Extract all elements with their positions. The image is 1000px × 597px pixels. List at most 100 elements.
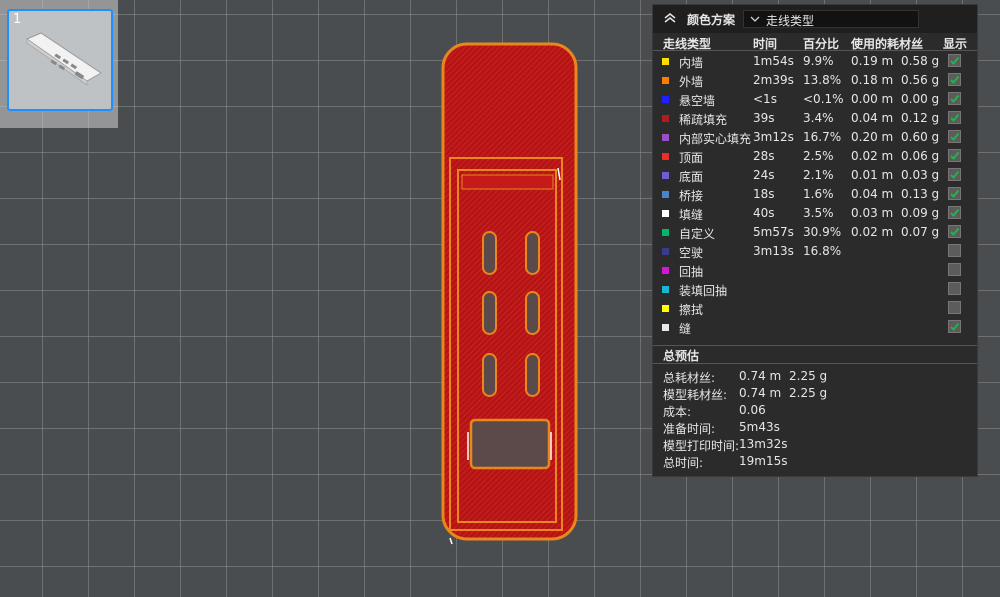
feature-length: 0.01 m	[851, 168, 894, 182]
color-swatch	[662, 58, 669, 65]
summary-weight: 2.25 g	[789, 386, 828, 400]
visibility-checkbox[interactable]	[948, 320, 961, 333]
feature-percent: 9.9%	[803, 54, 834, 68]
feature-length: 0.19 m	[851, 54, 894, 68]
feature-percent: 1.6%	[803, 187, 834, 201]
summary-value: 0.06	[739, 403, 766, 417]
summary-divider	[653, 363, 977, 364]
feature-weight: 0.00 g	[901, 92, 940, 106]
plate-thumbnail[interactable]: 1	[7, 9, 113, 111]
check-icon	[950, 189, 960, 198]
color-swatch	[662, 248, 669, 255]
feature-row: 底面 24s 2.1% 0.01 m 0.03 g	[653, 166, 977, 185]
header-divider	[653, 50, 977, 51]
visibility-checkbox[interactable]	[948, 301, 961, 314]
visibility-checkbox[interactable]	[948, 206, 961, 219]
feature-percent: 30.9%	[803, 225, 842, 239]
feature-length: 0.02 m	[851, 225, 894, 239]
visibility-checkbox[interactable]	[948, 168, 961, 181]
check-icon	[950, 151, 960, 160]
feature-row: 桥接 18s 1.6% 0.04 m 0.13 g	[653, 185, 977, 204]
feature-row: 内部实心填充 3m12s 16.7% 0.20 m 0.60 g	[653, 128, 977, 147]
summary-value: 13m32s	[739, 437, 788, 451]
visibility-checkbox[interactable]	[948, 54, 961, 67]
summary-row: 模型耗材丝: 0.74 m 2.25 g	[653, 386, 977, 403]
check-icon	[950, 75, 960, 84]
summary-value: 0.74 m	[739, 369, 782, 383]
summary-value: 5m43s	[739, 420, 780, 434]
check-icon	[950, 56, 960, 65]
feature-name: 填缝	[679, 208, 704, 222]
feature-percent: 2.5%	[803, 149, 834, 163]
visibility-checkbox[interactable]	[948, 149, 961, 162]
color-scheme-value: 走线类型	[766, 14, 815, 28]
color-scheme-label: 颜色方案	[687, 13, 736, 27]
feature-weight: 0.58 g	[901, 54, 940, 68]
visibility-checkbox[interactable]	[948, 282, 961, 295]
collapse-icon[interactable]	[663, 11, 677, 25]
feature-name: 稀疏填充	[679, 113, 728, 127]
feature-percent: 3.4%	[803, 111, 834, 125]
legend-header: 颜色方案 走线类型	[653, 5, 977, 33]
feature-time: 40s	[753, 206, 775, 220]
feature-row: 悬空墙 <1s <0.1% 0.00 m 0.00 g	[653, 90, 977, 109]
feature-length: 0.20 m	[851, 130, 894, 144]
sliced-model-preview[interactable]	[438, 40, 583, 545]
feature-time: 3m12s	[753, 130, 794, 144]
feature-row: 回抽	[653, 261, 977, 280]
visibility-checkbox[interactable]	[948, 111, 961, 124]
summary-label: 模型打印时间:	[663, 439, 740, 453]
visibility-checkbox[interactable]	[948, 187, 961, 200]
summary-label: 准备时间:	[663, 422, 716, 436]
visibility-checkbox[interactable]	[948, 263, 961, 276]
feature-weight: 0.56 g	[901, 73, 940, 87]
model-preview-icon	[25, 32, 102, 86]
color-swatch	[662, 115, 669, 122]
feature-weight: 0.12 g	[901, 111, 940, 125]
feature-time: 1m54s	[753, 54, 794, 68]
summary-label: 模型耗材丝:	[663, 388, 728, 402]
feature-percent: 2.1%	[803, 168, 834, 182]
color-scheme-dropdown[interactable]: 走线类型	[743, 10, 919, 28]
feature-name: 桥接	[679, 189, 704, 203]
feature-length: 0.18 m	[851, 73, 894, 87]
color-swatch	[662, 153, 669, 160]
summary-row: 准备时间: 5m43s	[653, 420, 977, 437]
feature-percent: 16.8%	[803, 244, 842, 258]
feature-time: <1s	[753, 92, 777, 106]
summary-label: 总耗材丝:	[663, 371, 716, 385]
feature-name: 内部实心填充	[679, 132, 752, 146]
summary-divider-top	[653, 345, 977, 346]
feature-length: 0.02 m	[851, 149, 894, 163]
feature-time: 5m57s	[753, 225, 794, 239]
color-swatch	[662, 210, 669, 217]
color-swatch	[662, 77, 669, 84]
feature-name: 缝	[679, 322, 692, 336]
color-swatch	[662, 305, 669, 312]
check-icon	[950, 132, 960, 141]
summary-weight: 2.25 g	[789, 369, 828, 383]
color-swatch	[662, 172, 669, 179]
check-icon	[950, 322, 960, 331]
feature-time: 39s	[753, 111, 775, 125]
feature-weight: 0.09 g	[901, 206, 940, 220]
feature-percent: 3.5%	[803, 206, 834, 220]
visibility-checkbox[interactable]	[948, 130, 961, 143]
feature-name: 顶面	[679, 151, 704, 165]
summary-row: 成本: 0.06	[653, 403, 977, 420]
feature-percent: <0.1%	[803, 92, 844, 106]
feature-row: 空驶 3m13s 16.8%	[653, 242, 977, 261]
feature-row: 填缝 40s 3.5% 0.03 m 0.09 g	[653, 204, 977, 223]
visibility-checkbox[interactable]	[948, 225, 961, 238]
visibility-checkbox[interactable]	[948, 92, 961, 105]
feature-row: 自定义 5m57s 30.9% 0.02 m 0.07 g	[653, 223, 977, 242]
legend-panel: 颜色方案 走线类型 走线类型 时间 百分比 使用的耗材丝 显示 内墙 1m54s 9…	[652, 4, 978, 477]
feature-percent: 13.8%	[803, 73, 842, 87]
summary-label: 总时间:	[663, 456, 704, 470]
feature-row: 内墙 1m54s 9.9% 0.19 m 0.58 g	[653, 52, 977, 71]
check-icon	[950, 170, 960, 179]
feature-name: 装填回抽	[679, 284, 728, 298]
feature-weight: 0.06 g	[901, 149, 940, 163]
visibility-checkbox[interactable]	[948, 244, 961, 257]
visibility-checkbox[interactable]	[948, 73, 961, 86]
